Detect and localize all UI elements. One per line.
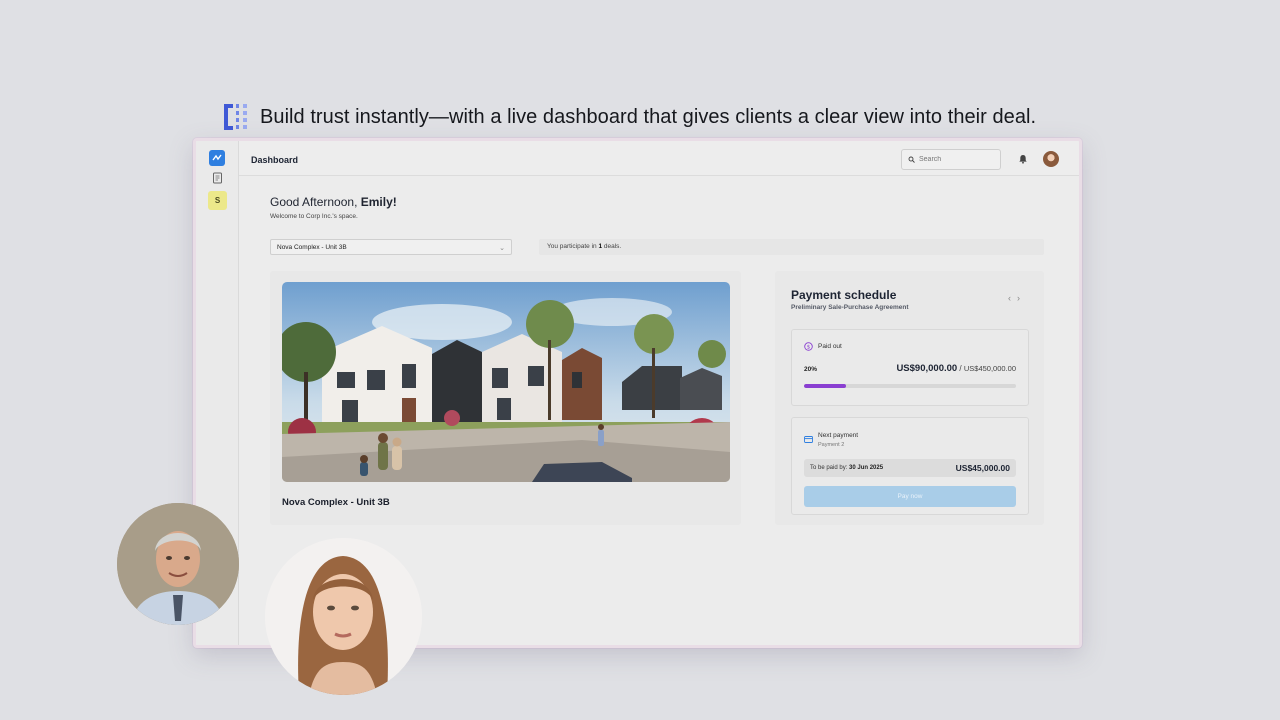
workspace-avatar[interactable]: S xyxy=(208,191,227,210)
amount-separator: / xyxy=(957,364,964,373)
paid-out-amount: US$90,000.00 / US$450,000.00 xyxy=(896,363,1016,374)
paid-out-percent: 20% xyxy=(804,366,818,373)
deals-suffix: deals. xyxy=(602,243,622,250)
search-box[interactable] xyxy=(901,149,1001,170)
greeting-name: Emily! xyxy=(360,195,397,209)
due-row: To be paid by: 30 Jun 2025 US$45,000.00 xyxy=(804,459,1016,477)
total-amount: US$450,000.00 xyxy=(963,364,1016,373)
deals-info: You participate in 1 deals. xyxy=(539,239,1044,255)
schedule-nav: ‹› xyxy=(1008,293,1026,303)
due-amount: US$45,000.00 xyxy=(955,463,1010,473)
next-payment-box: Next payment Payment 2 To be paid by: 30… xyxy=(791,417,1029,515)
paid-out-box: $ Paid out 20% US$90,000.00 / US$450,000… xyxy=(791,329,1029,406)
notification-bell-icon[interactable] xyxy=(1018,154,1028,164)
presenter-video-woman xyxy=(265,538,422,695)
welcome-text: Welcome to Corp Inc.'s space. xyxy=(270,213,358,220)
presenter-video-man xyxy=(117,503,239,625)
headline: Build trust instantly—with a live dashbo… xyxy=(222,102,1036,132)
payment-schedule-title: Payment schedule xyxy=(791,288,897,302)
next-payment-label: Next payment xyxy=(818,432,859,439)
chevron-left-icon[interactable]: ‹ xyxy=(1008,293,1017,303)
paid-out-label: Paid out xyxy=(818,343,842,350)
user-avatar[interactable] xyxy=(1043,151,1059,167)
document-icon[interactable] xyxy=(212,172,223,184)
unit-select-value: Nova Complex - Unit 3B xyxy=(277,244,347,251)
search-input[interactable] xyxy=(919,156,989,163)
page-title: Dashboard xyxy=(251,155,299,165)
brand-logo-icon xyxy=(224,104,247,130)
payment-schedule-card: Payment schedule Preliminary Sale-Purcha… xyxy=(775,271,1044,525)
chevron-down-icon: ⌄ xyxy=(499,245,505,252)
due-label: To be paid by: 30 Jun 2025 xyxy=(810,465,883,471)
property-photo xyxy=(282,282,730,482)
next-payment-sub: Payment 2 xyxy=(818,442,845,448)
topbar: Dashboard xyxy=(239,141,1079,176)
greeting: Good Afternoon, Emily! xyxy=(270,195,397,209)
due-prefix: To be paid by: xyxy=(810,465,850,471)
chevron-right-icon[interactable]: › xyxy=(1017,293,1026,303)
dollar-circle-icon: $ xyxy=(804,342,813,351)
paid-progress-bar xyxy=(804,384,1016,388)
svg-text:$: $ xyxy=(807,344,811,350)
app-logo-icon[interactable] xyxy=(209,150,225,166)
due-date: 30 Jun 2025 xyxy=(849,465,884,471)
property-name: Nova Complex - Unit 3B xyxy=(282,497,390,508)
property-card[interactable]: Nova Complex - Unit 3B xyxy=(270,271,741,525)
search-icon xyxy=(908,156,915,163)
deals-prefix: You participate in xyxy=(547,243,599,250)
headline-text: Build trust instantly—with a live dashbo… xyxy=(260,105,1037,128)
unit-select[interactable]: Nova Complex - Unit 3B ⌄ xyxy=(270,239,512,255)
pay-now-button[interactable]: Pay now xyxy=(804,486,1016,507)
payment-schedule-subtitle: Preliminary Sale-Purchase Agreement xyxy=(791,304,909,311)
paid-amount: US$90,000.00 xyxy=(896,363,958,374)
paid-progress-fill xyxy=(804,384,847,388)
greeting-prefix: Good Afternoon, xyxy=(270,195,361,209)
credit-card-icon xyxy=(804,436,813,443)
